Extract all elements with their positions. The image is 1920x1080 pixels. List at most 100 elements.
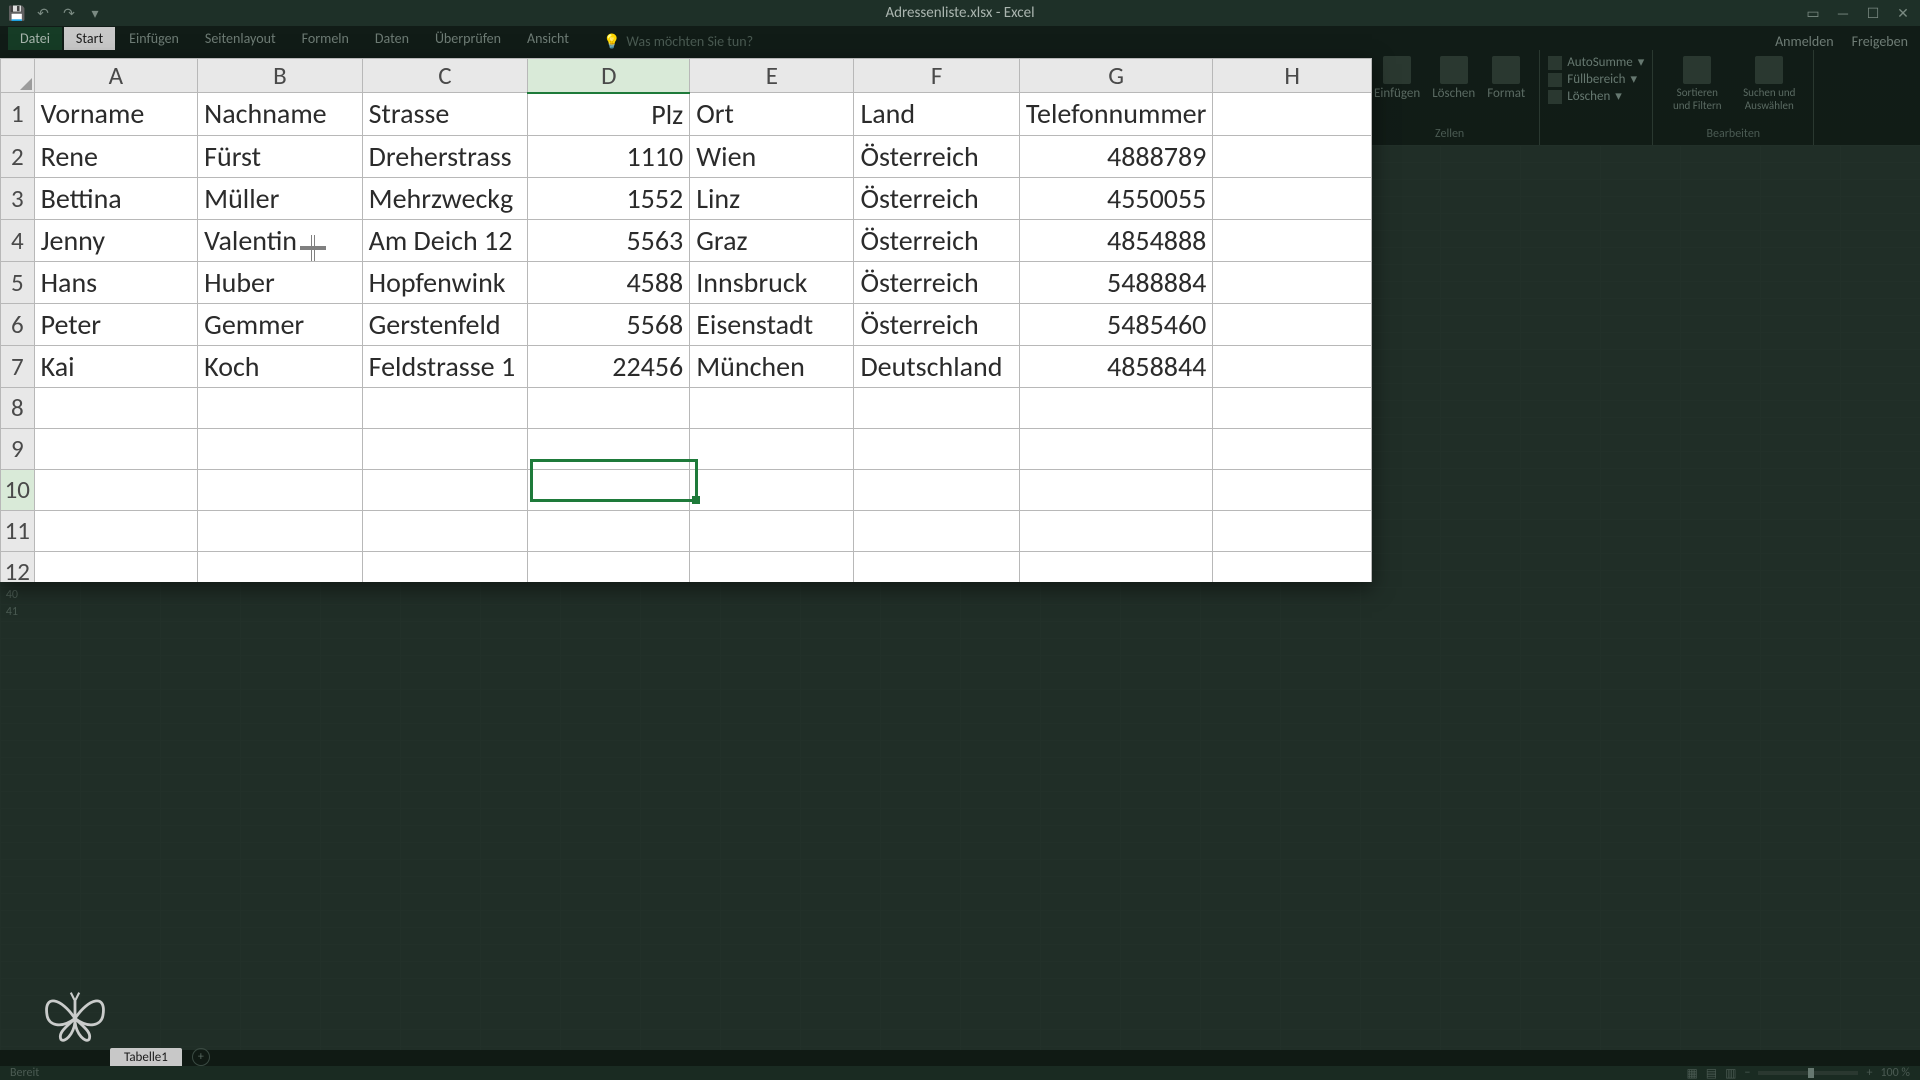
- autosum-button[interactable]: AutoSumme ▾: [1548, 54, 1644, 71]
- cell[interactable]: [854, 510, 1019, 551]
- cell[interactable]: 5563: [528, 219, 690, 261]
- column-header-A[interactable]: A: [34, 59, 198, 93]
- cell[interactable]: Plz: [528, 93, 690, 136]
- cell[interactable]: [34, 387, 198, 428]
- maximize-icon[interactable]: ☐: [1864, 4, 1882, 22]
- cell[interactable]: [198, 469, 362, 510]
- cell[interactable]: Österreich: [854, 303, 1019, 345]
- cell[interactable]: Huber: [198, 261, 362, 303]
- cell[interactable]: Deutschland: [854, 345, 1019, 387]
- column-header-G[interactable]: G: [1019, 59, 1212, 93]
- tab-formeln[interactable]: Formeln: [290, 27, 361, 50]
- zoom-in-button[interactable]: +: [1866, 1066, 1872, 1080]
- cell[interactable]: Bettina: [34, 177, 198, 219]
- column-header-F[interactable]: F: [854, 59, 1019, 93]
- tab-ansicht[interactable]: Ansicht: [515, 27, 581, 50]
- cell[interactable]: [34, 428, 198, 469]
- view-page-break-icon[interactable]: ▥: [1725, 1066, 1736, 1080]
- tell-me-box[interactable]: 💡 Was möchten Sie tun?: [603, 33, 753, 50]
- cell[interactable]: 4588: [528, 261, 690, 303]
- cell[interactable]: 22456: [528, 345, 690, 387]
- cell[interactable]: [1019, 510, 1212, 551]
- cell[interactable]: [198, 387, 362, 428]
- cell[interactable]: [690, 551, 854, 582]
- cell[interactable]: Ort: [690, 93, 854, 136]
- row-header[interactable]: 8: [1, 387, 35, 428]
- cell[interactable]: [690, 387, 854, 428]
- cell[interactable]: Peter: [34, 303, 198, 345]
- column-header-B[interactable]: B: [198, 59, 362, 93]
- cell[interactable]: [362, 510, 528, 551]
- cell[interactable]: [198, 428, 362, 469]
- cell[interactable]: Eisenstadt: [690, 303, 854, 345]
- cell[interactable]: [34, 469, 198, 510]
- tab-daten[interactable]: Daten: [363, 27, 421, 50]
- cell[interactable]: Gemmer: [198, 303, 362, 345]
- cell[interactable]: [1213, 93, 1372, 136]
- qat-dropdown-icon[interactable]: ▾: [86, 4, 104, 22]
- row-header[interactable]: 7: [1, 345, 35, 387]
- fill-button[interactable]: Füllbereich ▾: [1548, 71, 1644, 88]
- format-cells-button[interactable]: Format: [1483, 54, 1529, 103]
- cell[interactable]: Dreherstrass: [362, 135, 528, 177]
- cell[interactable]: [1213, 469, 1372, 510]
- tab-seitenlayout[interactable]: Seitenlayout: [193, 27, 288, 50]
- cell[interactable]: Linz: [690, 177, 854, 219]
- cell[interactable]: 1110: [528, 135, 690, 177]
- tab-ueberpruefen[interactable]: Überprüfen: [423, 27, 513, 50]
- cell[interactable]: 5485460: [1019, 303, 1212, 345]
- cell[interactable]: Nachname: [198, 93, 362, 136]
- cell[interactable]: [34, 510, 198, 551]
- undo-icon[interactable]: ↶: [34, 4, 52, 22]
- cell[interactable]: Österreich: [854, 135, 1019, 177]
- zoom-out-button[interactable]: −: [1744, 1066, 1750, 1080]
- cell[interactable]: [690, 510, 854, 551]
- cell[interactable]: Kai: [34, 345, 198, 387]
- tab-datei[interactable]: Datei: [8, 27, 62, 50]
- cell[interactable]: Mehrzweckg: [362, 177, 528, 219]
- row-header[interactable]: 5: [1, 261, 35, 303]
- clear-button[interactable]: Löschen ▾: [1548, 88, 1644, 105]
- cell[interactable]: [1213, 551, 1372, 582]
- cell[interactable]: [690, 428, 854, 469]
- cell[interactable]: Strasse: [362, 93, 528, 136]
- cell[interactable]: [198, 510, 362, 551]
- cell[interactable]: [690, 469, 854, 510]
- share-link[interactable]: Freigeben: [1852, 33, 1908, 50]
- cell[interactable]: [1213, 345, 1372, 387]
- cell[interactable]: 5568: [528, 303, 690, 345]
- redo-icon[interactable]: ↷: [60, 4, 78, 22]
- cell[interactable]: Innsbruck: [690, 261, 854, 303]
- row-number-dim[interactable]: 41: [0, 604, 22, 621]
- cell[interactable]: [528, 428, 690, 469]
- cell[interactable]: [362, 428, 528, 469]
- cell[interactable]: Österreich: [854, 177, 1019, 219]
- cell[interactable]: [1019, 387, 1212, 428]
- cell[interactable]: 5488884: [1019, 261, 1212, 303]
- save-icon[interactable]: 💾: [8, 4, 26, 22]
- cell[interactable]: [528, 387, 690, 428]
- view-page-layout-icon[interactable]: ▤: [1706, 1066, 1717, 1080]
- cell[interactable]: [198, 551, 362, 582]
- cell[interactable]: Land: [854, 93, 1019, 136]
- cell[interactable]: [1213, 303, 1372, 345]
- row-number-dim[interactable]: 40: [0, 587, 22, 604]
- insert-cells-button[interactable]: Einfügen: [1370, 54, 1424, 103]
- row-header[interactable]: 12: [1, 551, 35, 582]
- select-all-corner[interactable]: [1, 59, 35, 93]
- cell[interactable]: 4550055: [1019, 177, 1212, 219]
- tab-einfuegen[interactable]: Einfügen: [117, 27, 191, 50]
- find-select-button[interactable]: Suchen und Auswählen: [1735, 54, 1803, 114]
- row-header[interactable]: 11: [1, 510, 35, 551]
- cell[interactable]: Wien: [690, 135, 854, 177]
- column-header-D[interactable]: D: [528, 59, 690, 93]
- cell[interactable]: [362, 551, 528, 582]
- cell[interactable]: 4854888: [1019, 219, 1212, 261]
- cell[interactable]: [34, 551, 198, 582]
- cell[interactable]: [1213, 219, 1372, 261]
- cell[interactable]: Gerstenfeld: [362, 303, 528, 345]
- cell[interactable]: [528, 551, 690, 582]
- cell[interactable]: 4858844: [1019, 345, 1212, 387]
- column-header-C[interactable]: C: [362, 59, 528, 93]
- cell[interactable]: Telefonnummer: [1019, 93, 1212, 136]
